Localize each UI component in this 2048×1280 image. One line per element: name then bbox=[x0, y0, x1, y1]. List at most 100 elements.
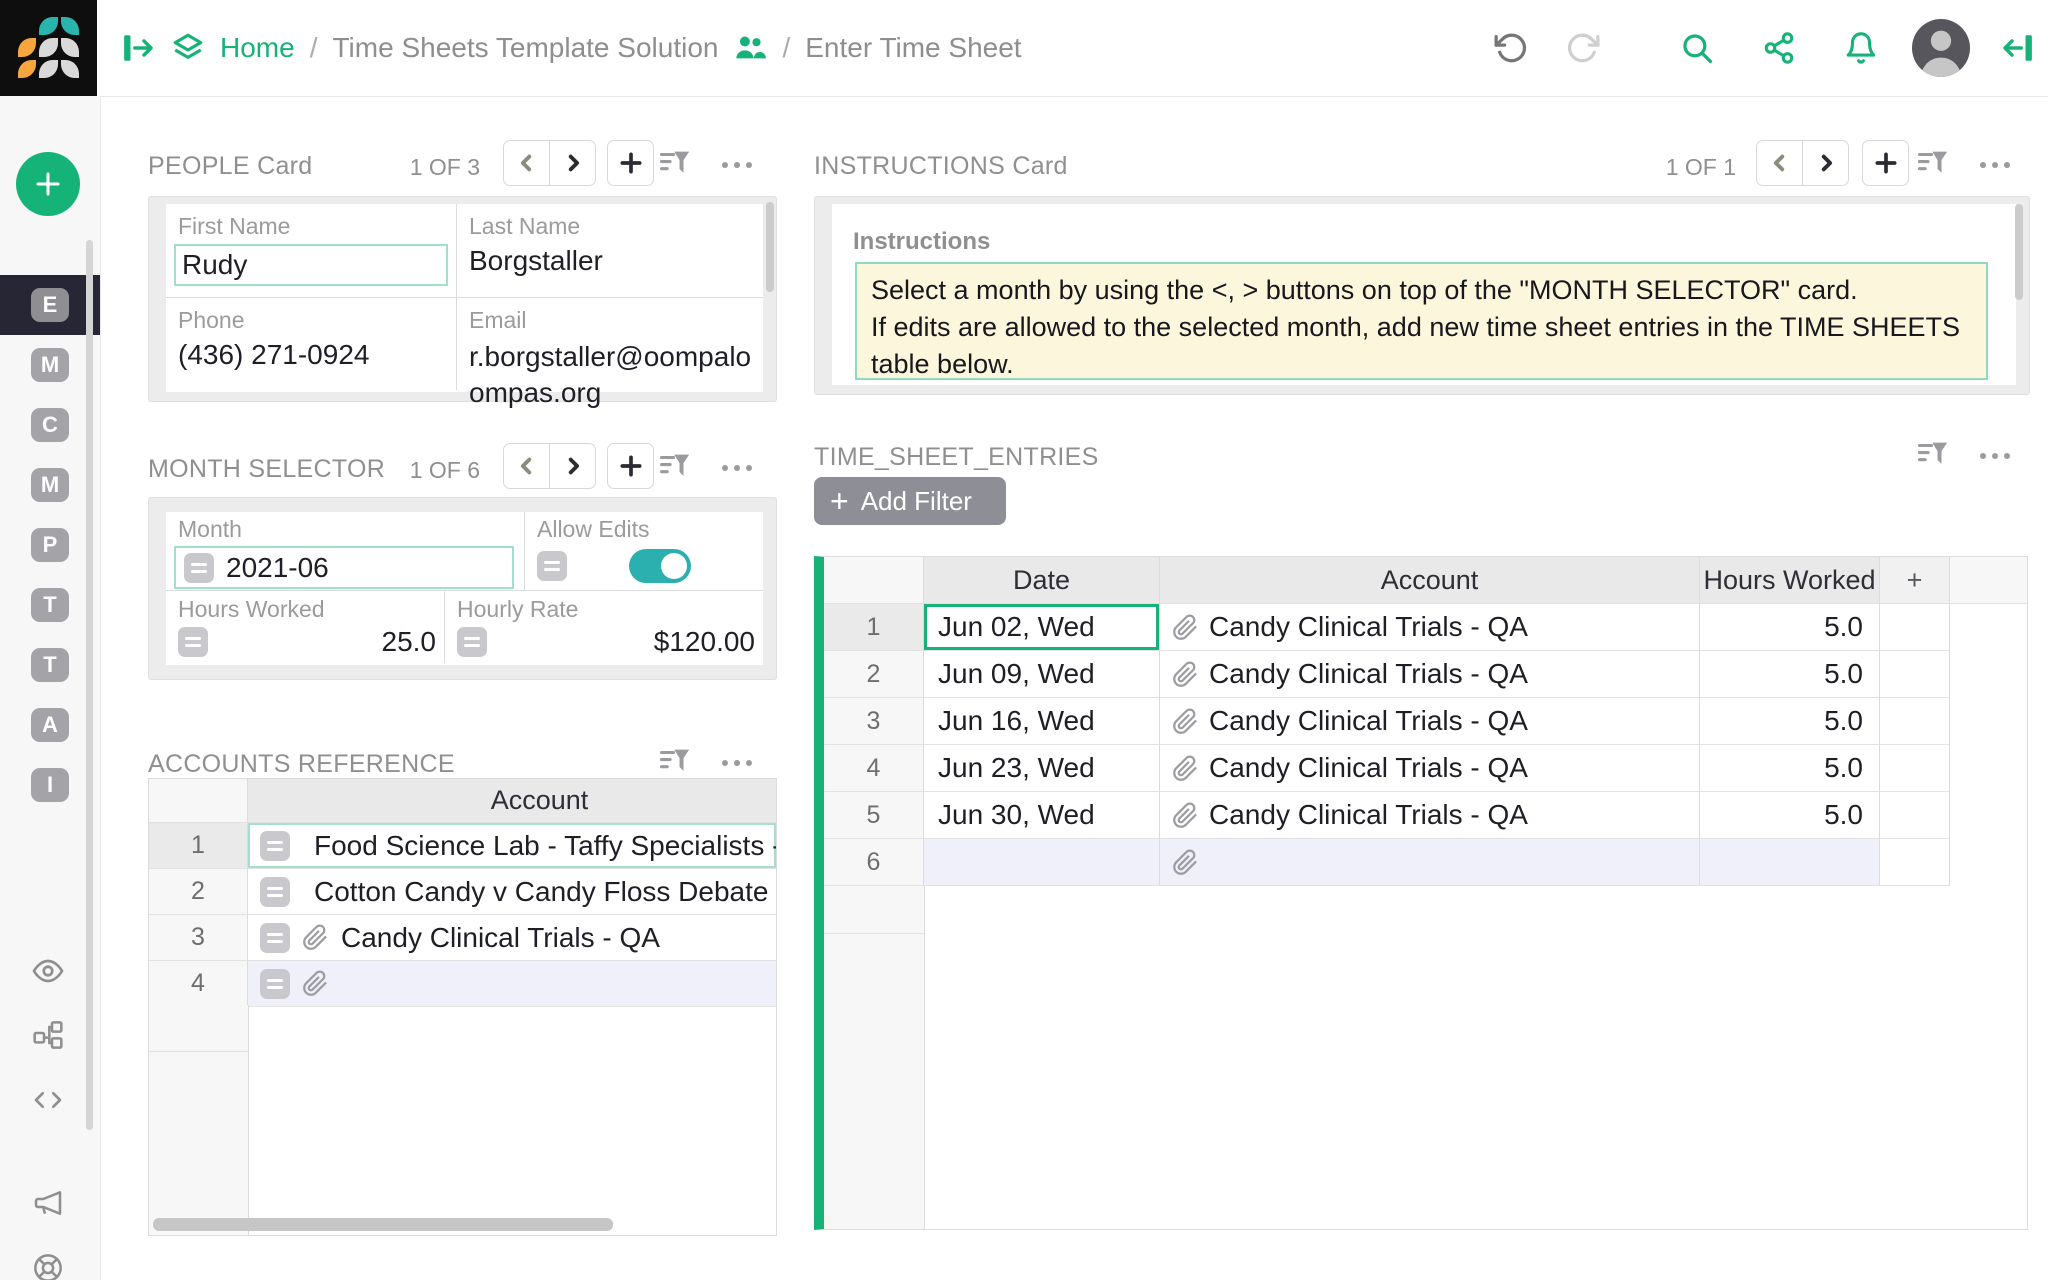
redo-icon[interactable] bbox=[1566, 31, 1600, 65]
add-column-button[interactable]: + bbox=[1880, 557, 1950, 604]
date-cell[interactable]: Jun 23, Wed bbox=[924, 745, 1160, 792]
date-cell[interactable]: Jun 16, Wed bbox=[924, 698, 1160, 745]
row-number[interactable]: 4 bbox=[824, 745, 924, 792]
sidebar-page-c[interactable]: C bbox=[0, 395, 100, 455]
widget-menu-icon[interactable] bbox=[1978, 160, 2012, 194]
new-record-hours-cell[interactable] bbox=[1700, 839, 1880, 886]
add-record-button[interactable] bbox=[1862, 140, 1909, 186]
hours-cell[interactable]: 5.0 bbox=[1700, 604, 1880, 651]
allow-edits-toggle-on[interactable] bbox=[629, 549, 691, 583]
megaphone-icon[interactable] bbox=[32, 1187, 64, 1219]
row-number[interactable]: 3 bbox=[149, 915, 248, 961]
empty-cell[interactable] bbox=[1880, 745, 1950, 792]
instructions-text-cell[interactable]: Select a month by using the <, > buttons… bbox=[855, 262, 1988, 380]
account-cell[interactable]: Candy Clinical Trials - QA bbox=[1160, 745, 1700, 792]
breadcrumb-workspace[interactable]: Time Sheets Template Solution bbox=[332, 32, 718, 64]
code-icon[interactable] bbox=[32, 1084, 64, 1116]
sort-filter-icon[interactable] bbox=[658, 744, 692, 778]
date-cell[interactable]: Jun 30, Wed bbox=[924, 792, 1160, 839]
empty-cell[interactable] bbox=[1880, 792, 1950, 839]
sort-filter-icon[interactable] bbox=[1916, 437, 1950, 471]
users-icon[interactable] bbox=[733, 31, 767, 65]
previous-record-button[interactable] bbox=[1757, 141, 1803, 185]
sidebar-page-a[interactable]: A bbox=[0, 695, 100, 755]
sidebar-page-enter-time-sheet[interactable]: E bbox=[0, 275, 100, 335]
new-record-cell[interactable] bbox=[248, 961, 776, 1007]
new-record-date-cell[interactable] bbox=[924, 839, 1160, 886]
sidebar-page-p[interactable]: P bbox=[0, 515, 100, 575]
sidebar-page-m1[interactable]: M bbox=[0, 335, 100, 395]
notifications-bell-icon[interactable] bbox=[1844, 31, 1878, 65]
new-record-account-cell[interactable] bbox=[1160, 839, 1700, 886]
row-number[interactable]: 4 bbox=[149, 961, 248, 1007]
sort-filter-icon[interactable] bbox=[658, 146, 692, 180]
row-number[interactable]: 1 bbox=[824, 604, 924, 651]
eye-icon[interactable] bbox=[32, 955, 64, 987]
field-hours-worked[interactable]: Hours Worked 25.0 bbox=[166, 591, 444, 663]
account-cell[interactable]: Candy Clinical Trials - QA bbox=[1160, 792, 1700, 839]
previous-record-button[interactable] bbox=[504, 141, 550, 185]
widget-menu-icon[interactable] bbox=[1978, 451, 2012, 485]
hours-cell[interactable]: 5.0 bbox=[1700, 745, 1880, 792]
breadcrumb-home-link[interactable]: Home bbox=[220, 32, 295, 64]
share-icon[interactable] bbox=[1762, 31, 1796, 65]
hours-cell[interactable]: 5.0 bbox=[1700, 651, 1880, 698]
grist-logo[interactable] bbox=[0, 0, 97, 96]
sidebar-page-t2[interactable]: T bbox=[0, 635, 100, 695]
field-hourly-rate[interactable]: Hourly Rate $120.00 bbox=[444, 591, 763, 663]
date-cell[interactable]: Jun 02, Wed bbox=[924, 604, 1160, 651]
hours-cell[interactable]: 5.0 bbox=[1700, 792, 1880, 839]
column-header-account[interactable]: Account bbox=[248, 779, 776, 823]
column-header-hours-worked[interactable]: Hours Worked bbox=[1700, 557, 1880, 604]
selected-cell-cursor[interactable]: 2021-06 bbox=[174, 546, 514, 589]
sidebar-page-i[interactable]: I bbox=[0, 755, 100, 815]
field-phone[interactable]: Phone (436) 271-0924 bbox=[166, 298, 456, 390]
user-avatar[interactable] bbox=[1912, 19, 1970, 77]
hours-cell[interactable]: 5.0 bbox=[1700, 698, 1880, 745]
account-cell[interactable]: Candy Clinical Trials - QA bbox=[1160, 651, 1700, 698]
sidebar-page-m2[interactable]: M bbox=[0, 455, 100, 515]
sidebar-scrollbar[interactable] bbox=[86, 240, 93, 1130]
open-left-panel-icon[interactable] bbox=[122, 31, 156, 65]
row-number[interactable]: 6 bbox=[824, 839, 924, 886]
field-email[interactable]: Email r.borgstaller@oompaloompas.org bbox=[456, 298, 763, 408]
next-record-button[interactable] bbox=[550, 141, 595, 185]
widget-menu-icon[interactable] bbox=[720, 463, 754, 497]
account-cell[interactable]: Cotton Candy v Candy Floss Debate T bbox=[248, 869, 776, 915]
account-cell[interactable]: Candy Clinical Trials - QA bbox=[1160, 698, 1700, 745]
add-record-button[interactable] bbox=[607, 140, 654, 186]
column-header-account[interactable]: Account bbox=[1160, 557, 1700, 604]
instructions-card-scrollbar[interactable] bbox=[2015, 204, 2023, 300]
account-cell[interactable]: Food Science Lab - Taffy Specialists - bbox=[248, 823, 776, 869]
sort-filter-icon[interactable] bbox=[1916, 146, 1950, 180]
next-record-button[interactable] bbox=[1803, 141, 1848, 185]
accounts-table-hscrollbar[interactable] bbox=[153, 1218, 613, 1231]
row-number[interactable]: 2 bbox=[149, 869, 248, 915]
empty-cell[interactable] bbox=[1880, 604, 1950, 651]
row-number[interactable]: 3 bbox=[824, 698, 924, 745]
add-record-button[interactable] bbox=[607, 443, 654, 489]
row-number-header[interactable] bbox=[824, 557, 924, 604]
undo-icon[interactable] bbox=[1494, 31, 1528, 65]
pages-layers-icon[interactable] bbox=[171, 31, 205, 65]
account-cell[interactable]: Candy Clinical Trials - QA bbox=[1160, 604, 1700, 651]
widget-menu-icon[interactable] bbox=[720, 160, 754, 194]
row-number[interactable]: 1 bbox=[149, 823, 248, 869]
search-icon[interactable] bbox=[1680, 31, 1714, 65]
collapse-right-panel-icon[interactable] bbox=[2000, 31, 2034, 65]
help-icon[interactable] bbox=[32, 1252, 64, 1280]
schema-icon[interactable] bbox=[32, 1019, 64, 1051]
add-filter-button[interactable]: + Add Filter bbox=[814, 477, 1006, 525]
empty-cell[interactable] bbox=[1880, 651, 1950, 698]
field-first-name[interactable]: First Name Rudy bbox=[166, 204, 456, 297]
row-number-header[interactable] bbox=[149, 779, 248, 823]
selected-cell-cursor[interactable]: Rudy bbox=[174, 244, 448, 286]
row-number[interactable]: 2 bbox=[824, 651, 924, 698]
add-new-button[interactable] bbox=[16, 152, 80, 216]
column-header-date[interactable]: Date bbox=[924, 557, 1160, 604]
field-allow-edits[interactable]: Allow Edits bbox=[524, 512, 763, 590]
previous-record-button[interactable] bbox=[504, 444, 550, 488]
field-month[interactable]: Month 2021-06 bbox=[166, 512, 524, 590]
empty-cell[interactable] bbox=[1880, 698, 1950, 745]
sidebar-page-t1[interactable]: T bbox=[0, 575, 100, 635]
